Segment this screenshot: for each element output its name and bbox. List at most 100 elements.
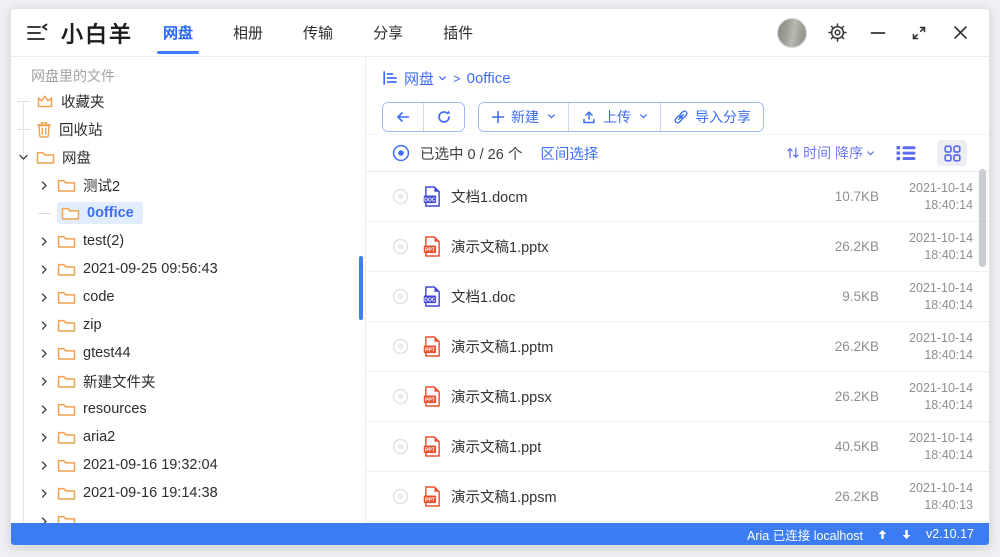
new-button[interactable]: 新建 bbox=[479, 102, 568, 131]
row-radio-icon[interactable] bbox=[392, 438, 409, 455]
tab-share[interactable]: 分享 bbox=[367, 9, 409, 56]
refresh-icon bbox=[438, 110, 451, 123]
sidebar-item-folder[interactable]: zip bbox=[11, 311, 365, 339]
link-icon bbox=[674, 110, 688, 123]
sidebar-item-folder[interactable]: test(2) bbox=[11, 227, 365, 255]
breadcrumb-root[interactable]: 网盘 bbox=[404, 68, 447, 89]
chevron-right-icon[interactable] bbox=[35, 236, 53, 247]
list-view-button[interactable] bbox=[891, 140, 921, 166]
aria-connection-status: Aria 已连接 localhost bbox=[747, 528, 864, 543]
file-time: 18:40:14 bbox=[924, 247, 973, 262]
row-radio-icon[interactable] bbox=[392, 338, 409, 355]
ppt-file-icon: PPT bbox=[423, 436, 442, 457]
chevron-down-icon bbox=[639, 112, 648, 121]
tab-album[interactable]: 相册 bbox=[227, 9, 269, 56]
tab-plugins[interactable]: 插件 bbox=[437, 9, 479, 56]
row-radio-icon[interactable] bbox=[392, 388, 409, 405]
file-time: 18:40:14 bbox=[924, 197, 973, 212]
file-name: 演示文稿1.ppsx bbox=[451, 390, 552, 406]
chevron-right-icon[interactable] bbox=[35, 488, 53, 499]
chevron-down-icon[interactable] bbox=[14, 152, 32, 163]
minimize-button[interactable] bbox=[867, 22, 889, 44]
row-radio-icon[interactable] bbox=[392, 188, 409, 205]
maximize-button[interactable] bbox=[908, 22, 930, 44]
grid-view-button[interactable] bbox=[937, 140, 967, 166]
file-date: 2021-10-14 bbox=[909, 481, 973, 496]
grid-view-icon bbox=[943, 144, 961, 162]
collapse-menu-button[interactable] bbox=[23, 21, 51, 45]
back-button[interactable] bbox=[383, 102, 423, 131]
row-radio-icon[interactable] bbox=[392, 238, 409, 255]
sidebar-item-folder[interactable]: 2021-09-25 09:56:43 bbox=[11, 255, 365, 283]
sidebar-item-folder[interactable]: resources bbox=[11, 395, 365, 423]
file-row[interactable]: PPT 演示文稿1.ppsm 26.2KB 2021-10-14 18:40:1… bbox=[366, 472, 989, 522]
row-radio-icon[interactable] bbox=[392, 288, 409, 305]
file-time: 18:40:14 bbox=[924, 397, 973, 412]
sort-control[interactable]: 时间 降序 bbox=[786, 143, 875, 163]
sidebar-item-favorites[interactable]: 收藏夹 bbox=[11, 87, 365, 115]
upload-speed-icon bbox=[878, 529, 887, 540]
sidebar-item-folder[interactable]: 新建文件夹 bbox=[11, 367, 365, 395]
chevron-right-icon[interactable] bbox=[35, 376, 53, 387]
sidebar-item-label: 收藏夹 bbox=[61, 94, 105, 111]
file-row[interactable]: PPT 演示文稿1.pptm 26.2KB 2021-10-14 18:40:1… bbox=[366, 322, 989, 372]
sidebar-item-label: 0office bbox=[87, 205, 134, 221]
avatar[interactable] bbox=[777, 17, 807, 48]
sidebar-scrollbar-thumb[interactable] bbox=[359, 256, 363, 320]
sidebar-item-folder[interactable]: 2021-09-16 19:32:04 bbox=[11, 451, 365, 479]
select-all-radio-icon[interactable] bbox=[392, 144, 410, 162]
file-datetime: 2021-10-14 18:40:14 bbox=[893, 280, 973, 313]
main-tabs: 网盘 相册 传输 分享 插件 bbox=[157, 9, 479, 56]
breadcrumb: 网盘 > 0office bbox=[366, 57, 989, 99]
file-row[interactable]: PPT 演示文稿1.ppt 40.5KB 2021-10-14 18:40:14 bbox=[366, 422, 989, 472]
file-row[interactable]: DOC 文档1.docm 10.7KB 2021-10-14 18:40:14 bbox=[366, 172, 989, 222]
upload-button[interactable]: 上传 bbox=[568, 102, 660, 131]
sidebar-item-recycle-bin[interactable]: 回收站 bbox=[11, 115, 365, 143]
sidebar-item-folder[interactable]: aria2 bbox=[11, 423, 365, 451]
folder-icon bbox=[57, 178, 76, 193]
chevron-right-icon[interactable] bbox=[35, 292, 53, 303]
sidebar-item-folder[interactable]: code bbox=[11, 283, 365, 311]
breadcrumb-current[interactable]: 0office bbox=[467, 70, 511, 87]
file-date: 2021-10-14 bbox=[909, 181, 973, 196]
sidebar-item-folder-partial[interactable] bbox=[11, 507, 365, 523]
close-icon bbox=[953, 26, 967, 39]
file-date: 2021-10-14 bbox=[909, 431, 973, 446]
main-scrollbar-thumb[interactable] bbox=[979, 169, 986, 267]
chevron-right-icon[interactable] bbox=[35, 516, 53, 523]
app-title: 小白羊 bbox=[61, 21, 134, 47]
close-button[interactable] bbox=[949, 22, 971, 44]
refresh-button[interactable] bbox=[423, 102, 464, 131]
chevron-right-icon[interactable] bbox=[35, 404, 53, 415]
selected-count-text: 已选中 0 / 26 个 bbox=[420, 146, 523, 163]
folder-icon bbox=[36, 150, 55, 165]
settings-button[interactable] bbox=[826, 22, 848, 44]
import-share-button[interactable]: 导入分享 bbox=[660, 102, 763, 131]
chevron-right-icon[interactable] bbox=[35, 180, 53, 191]
titlebar: 小白羊 网盘 相册 传输 分享 插件 bbox=[11, 9, 989, 57]
chevron-right-icon[interactable] bbox=[35, 348, 53, 359]
tab-transfer[interactable]: 传输 bbox=[297, 9, 339, 56]
sidebar-item-label: resources bbox=[83, 401, 147, 417]
chevron-right-icon[interactable] bbox=[35, 432, 53, 443]
sidebar-item-netdisk-root[interactable]: 网盘 bbox=[11, 143, 365, 171]
file-datetime: 2021-10-14 18:40:14 bbox=[893, 180, 973, 213]
sidebar-item-folder[interactable]: 测试2 bbox=[11, 171, 365, 199]
file-row[interactable]: PPT 演示文稿1.pptx 26.2KB 2021-10-14 18:40:1… bbox=[366, 222, 989, 272]
folder-icon bbox=[57, 458, 76, 473]
tab-netdisk[interactable]: 网盘 bbox=[157, 9, 200, 56]
sidebar-item-folder-selected[interactable]: 0office bbox=[11, 199, 365, 227]
range-select-link[interactable]: 区间选择 bbox=[540, 143, 598, 164]
statusbar: Aria 已连接 localhost v2.10.17 bbox=[11, 523, 989, 545]
row-radio-icon[interactable] bbox=[392, 488, 409, 505]
sidebar-item-folder[interactable]: gtest44 bbox=[11, 339, 365, 367]
chevron-right-icon[interactable] bbox=[35, 320, 53, 331]
chevron-right-icon[interactable] bbox=[35, 460, 53, 471]
file-row[interactable]: PPT 演示文稿1.ppsx 26.2KB 2021-10-14 18:40:1… bbox=[366, 372, 989, 422]
chevron-right-icon[interactable] bbox=[35, 264, 53, 275]
file-row[interactable]: DOC 文档1.doc 9.5KB 2021-10-14 18:40:14 bbox=[366, 272, 989, 322]
file-name: 文档1.docm bbox=[451, 190, 528, 206]
file-size: 9.5KB bbox=[842, 289, 879, 304]
sidebar-item-folder[interactable]: 2021-09-16 19:14:38 bbox=[11, 479, 365, 507]
file-name: 演示文稿1.pptm bbox=[451, 340, 554, 356]
